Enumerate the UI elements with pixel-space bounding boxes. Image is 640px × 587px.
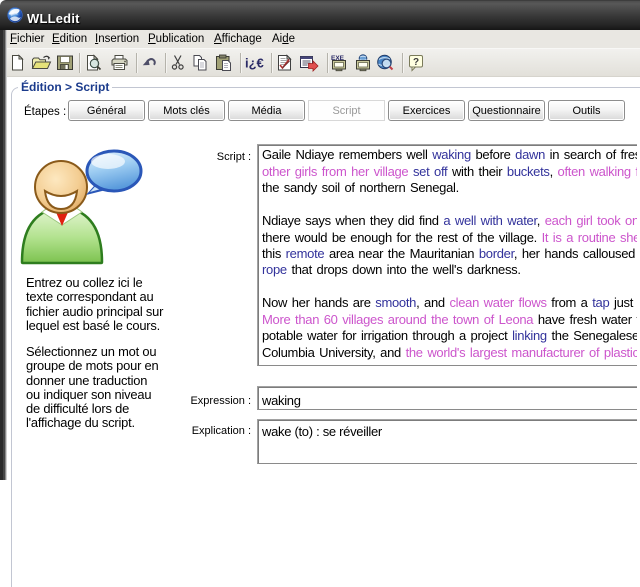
svg-text:i¿€: i¿€: [245, 56, 264, 71]
svg-text:?: ?: [413, 57, 419, 68]
